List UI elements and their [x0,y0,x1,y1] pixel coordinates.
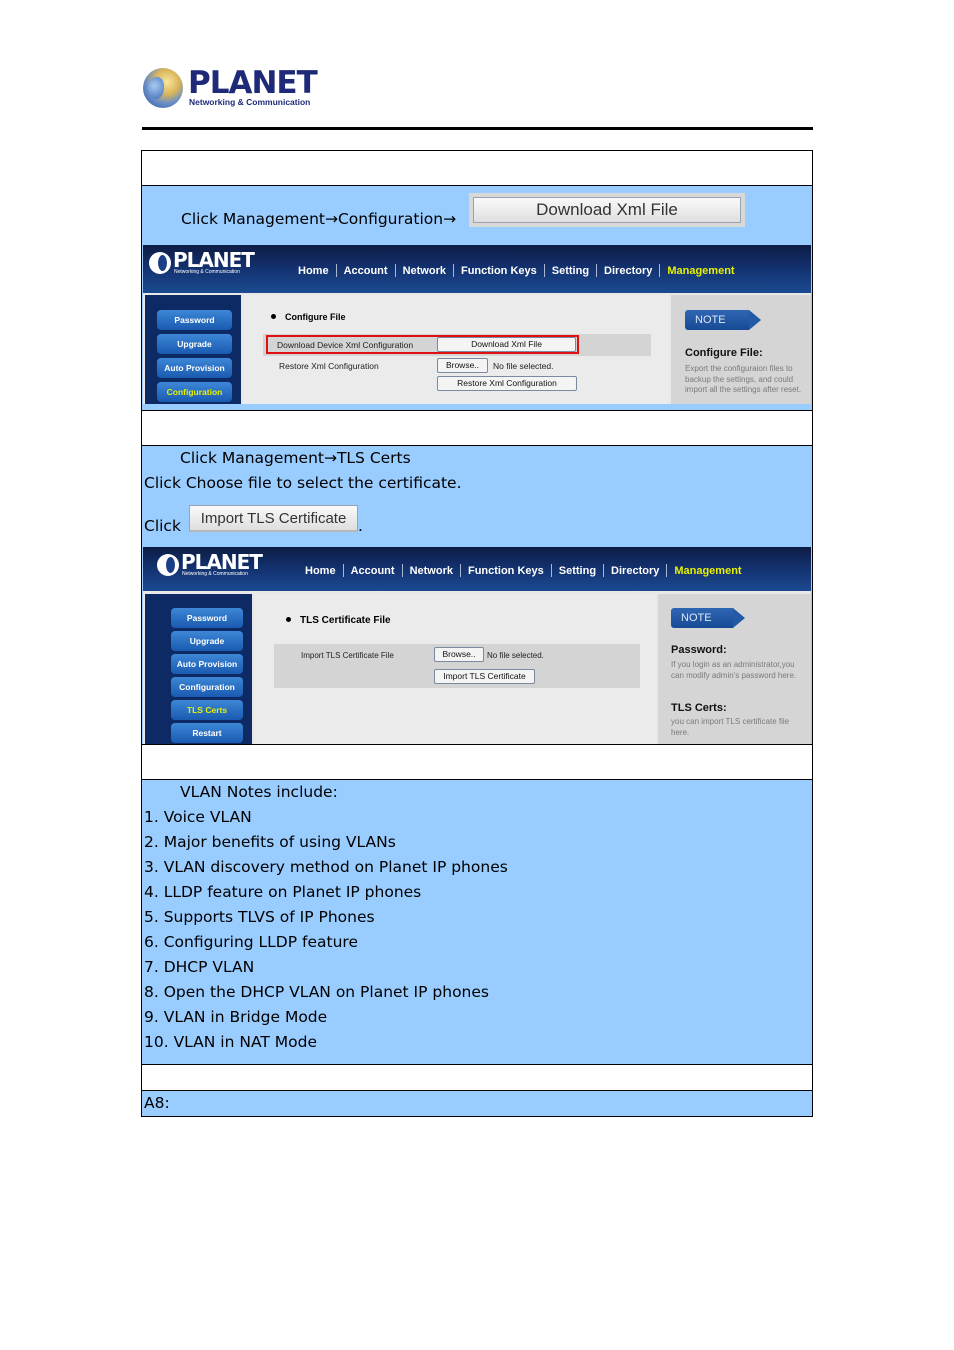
highlight-box [266,335,579,354]
section-title-text: Configure File [285,312,346,322]
webui-logo-tagline: Networking & Communication [182,571,248,577]
file-status: No file selected. [493,361,554,371]
webui-logo-icon [157,554,179,576]
sidebar-item-auto-provision[interactable]: Auto Provision [157,358,232,378]
sidebar-item-password[interactable]: Password [171,608,243,628]
webui-logo-tagline: Networking & Communication [174,269,240,275]
answer-label: A8: [144,1094,170,1112]
nav-account[interactable]: Account [337,265,395,277]
webui-logo: PLANET Networking & Communication [149,248,259,279]
list-item: 8. Open the DHCP VLAN on Planet IP phone… [144,983,489,1001]
answer-row-a8: A8: [142,1090,812,1116]
webui-content: TLS Certificate File Import TLS Certific… [254,594,656,744]
section-title: Configure File [271,312,346,322]
restore-xml-configuration-button[interactable]: Restore Xml Configuration [437,376,577,391]
webui-sidebar: Password Upgrade Auto Provision Configur… [145,295,241,404]
note-panel: NOTE Password: If you login as an admini… [658,594,811,744]
section-title-text: TLS Certificate File [300,615,391,626]
webui-nav: Home Account Network Function Keys Setti… [291,264,742,277]
vlan-heading: VLAN Notes include: [180,783,338,801]
webui-screenshot-configuration: PLANET Networking & Communication Home A… [143,245,811,404]
sidebar-item-tls-certs[interactable]: TLS Certs [171,700,243,720]
question-row [142,151,812,185]
nav-home[interactable]: Home [298,565,343,577]
bullet-icon [286,616,291,622]
list-item: 4. LLDP feature on Planet IP phones [144,883,422,901]
nav-network[interactable]: Network [396,265,453,277]
nav-function-keys[interactable]: Function Keys [461,565,551,577]
restore-label: Restore Xml Configuration [279,361,379,371]
nav-home[interactable]: Home [291,265,336,277]
list-item: 9. VLAN in Bridge Mode [144,1008,328,1026]
list-item: 7. DHCP VLAN [144,958,255,976]
note-title-password: Password: [671,644,727,656]
vlan-notes-list: 1. Voice VLAN 2. Major benefits of using… [144,805,508,1055]
note-title: Configure File: [685,347,763,359]
note-badge: NOTE [671,608,745,628]
note-panel: NOTE Configure File: Export the configur… [671,295,811,404]
instruction-line-1: Click Management→TLS Certs [180,449,411,467]
sidebar-item-restart[interactable]: Restart [171,723,243,743]
nav-function-keys[interactable]: Function Keys [454,265,544,277]
question-row [142,410,812,445]
sidebar-item-configuration[interactable]: Configuration [157,382,232,402]
webui-topbar: PLANET Networking & Communication Home A… [143,547,811,591]
list-item: 2. Major benefits of using VLANs [144,833,396,851]
instruction-line-2: Click Choose file to select the certific… [144,474,462,492]
list-item: 6. Configuring LLDP feature [144,933,358,951]
note-badge: NOTE [685,310,761,330]
nav-network[interactable]: Network [403,565,460,577]
question-row [142,1064,812,1090]
bullet-icon [271,314,276,320]
nav-management[interactable]: Management [667,565,748,577]
list-item: 10. VLAN in NAT Mode [144,1033,317,1051]
download-xml-file-button-image: Download Xml File [469,193,745,227]
list-item: 1. Voice VLAN [144,808,252,826]
logo-tagline: Networking & Communication [189,97,311,107]
note-title-tls-certs: TLS Certs: [671,702,727,714]
note-text-tls-certs: you can import TLS certificate file here… [671,717,790,737]
sidebar-item-upgrade[interactable]: Upgrade [157,334,232,354]
nav-account[interactable]: Account [344,565,402,577]
nav-setting[interactable]: Setting [545,265,596,277]
import-label: Import TLS Certificate File [301,651,394,660]
globe-logo-icon [143,68,183,108]
nav-directory[interactable]: Directory [604,565,666,577]
instruction-text: Click Management→Configuration→ [181,210,457,228]
browse-button[interactable]: Browse.. [437,358,488,373]
answer-row-configuration: Click Management→Configuration→ Download… [142,185,812,410]
nav-directory[interactable]: Directory [597,265,659,277]
nav-management[interactable]: Management [660,265,741,277]
sidebar-item-upgrade[interactable]: Upgrade [171,631,243,651]
answer-row-vlan-notes: VLAN Notes include: 1. Voice VLAN 2. Maj… [142,779,812,1064]
browse-button[interactable]: Browse.. [434,647,484,662]
file-status: No file selected. [487,651,544,660]
sidebar-item-auto-provision[interactable]: Auto Provision [171,654,243,674]
section-title: TLS Certificate File [286,615,391,626]
webui-logo: PLANET Networking & Communication [157,550,267,581]
note-text: Export the configuraion files to backup … [685,364,802,394]
nav-setting[interactable]: Setting [552,565,603,577]
sidebar-item-password[interactable]: Password [157,310,232,330]
instruction-line-3-prefix: Click [144,517,181,535]
list-item: 3. VLAN discovery method on Planet IP ph… [144,858,508,876]
webui-content: Configure File Download Device Xml Confi… [243,295,669,404]
webui-nav: Home Account Network Function Keys Setti… [298,564,749,577]
webui-logo-icon [149,252,171,274]
note-text-password: If you login as an administrator,you can… [671,660,797,680]
webui-sidebar: Password Upgrade Auto Provision Configur… [145,594,252,744]
import-tls-certificate-button[interactable]: Import TLS Certificate [434,669,535,684]
sidebar-item-configuration[interactable]: Configuration [171,677,243,697]
instruction-line-3-suffix: . [358,517,363,535]
webui-screenshot-tls-certs: PLANET Networking & Communication Home A… [143,547,811,744]
answer-row-tls-certs: Click Management→TLS Certs Click Choose … [142,445,812,744]
question-row [142,744,812,779]
webui-topbar: PLANET Networking & Communication Home A… [143,245,811,293]
list-item: 5. Supports TLVS of IP Phones [144,908,375,926]
import-tls-certificate-button-image: Import TLS Certificate [189,505,358,532]
planet-logo: PLANET Networking & Communication [143,65,318,111]
header-divider [142,127,813,130]
faq-table: Click Management→Configuration→ Download… [141,150,813,1117]
logo-brand: PLANET [188,65,318,101]
